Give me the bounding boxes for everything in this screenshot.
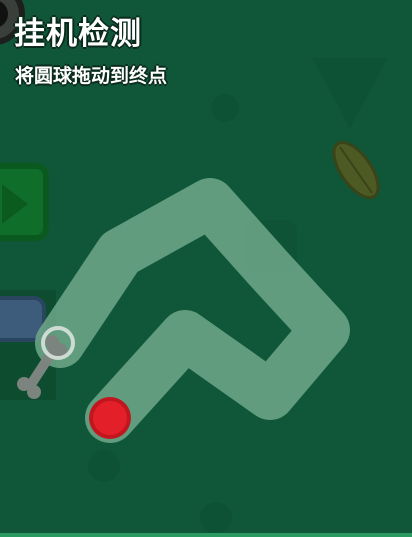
drag-ball[interactable] <box>89 397 131 439</box>
circle-decoration <box>200 502 232 533</box>
background-decorations <box>88 58 388 533</box>
instruction-text: 将圆球拖动到终点 <box>15 65 168 87</box>
page-title: 挂机检测 <box>14 16 142 52</box>
triangle-decoration <box>312 58 388 128</box>
circle-decoration <box>88 450 120 482</box>
play-arrow-icon <box>0 163 49 241</box>
leaf-icon <box>332 140 380 200</box>
game-stage: 挂机检测 将圆球拖动到终点 <box>0 0 412 537</box>
circle-decoration <box>211 94 239 122</box>
